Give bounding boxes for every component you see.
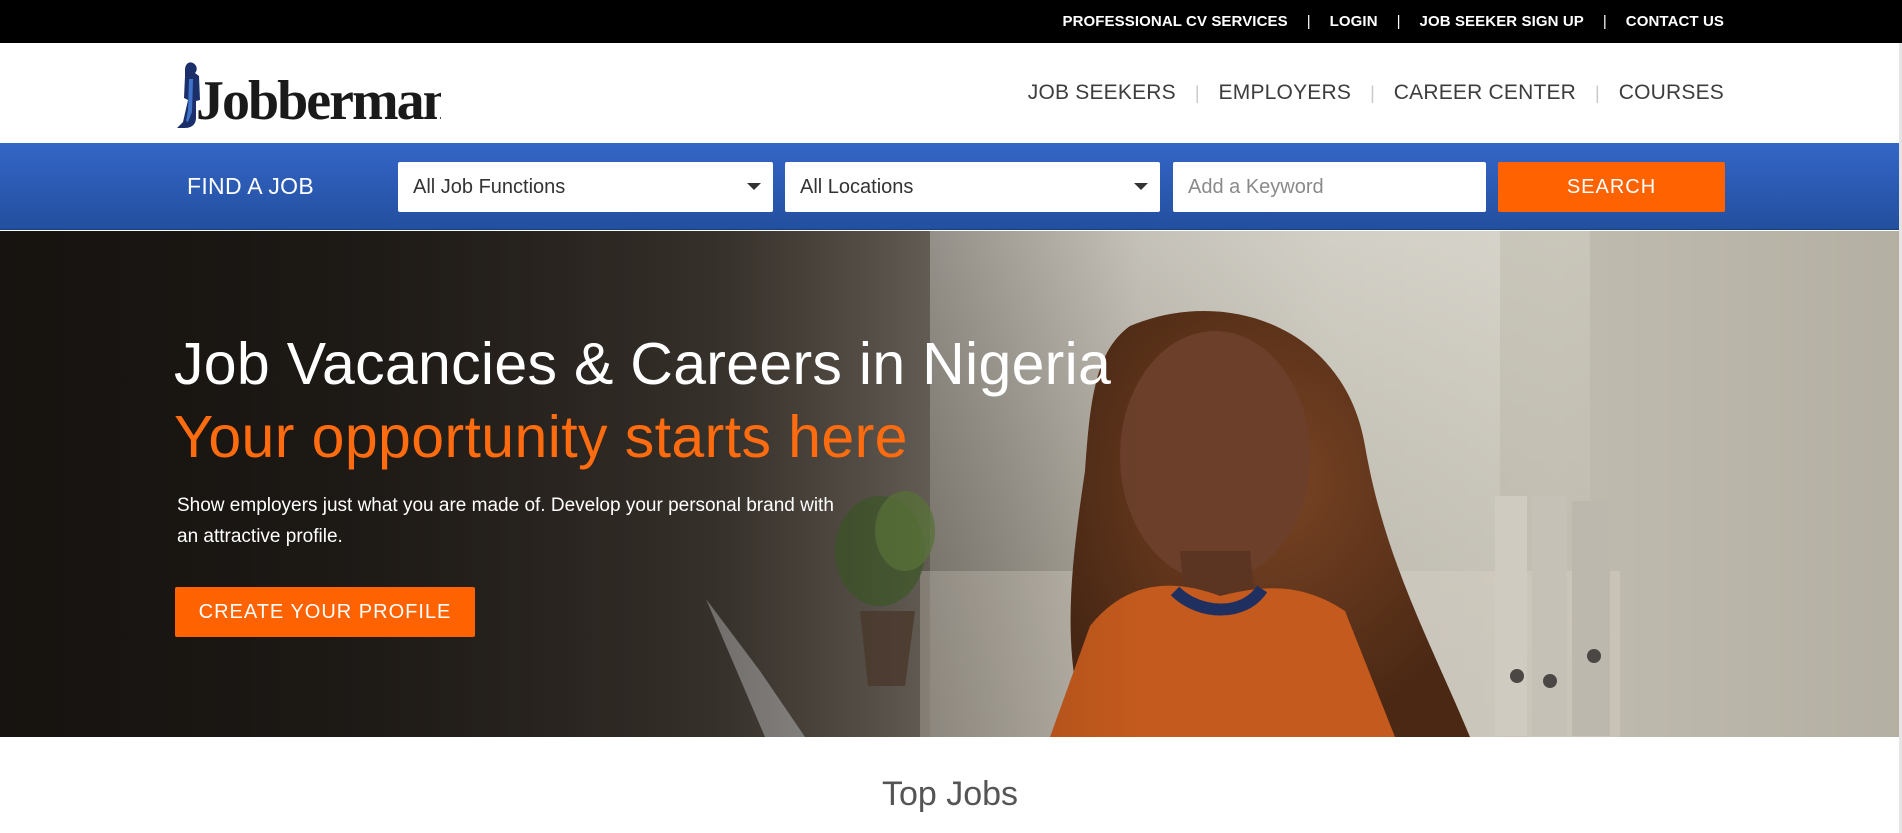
hero-tagline: Your opportunity starts here	[174, 404, 908, 470]
caret-down-icon	[747, 183, 761, 190]
hero-background-image	[0, 231, 1900, 737]
job-search-bar: FIND A JOB All Job Functions All Locatio…	[0, 143, 1900, 230]
jobberman-logo-figure-icon: Jobberman	[177, 62, 456, 132]
separator: |	[1370, 82, 1375, 103]
professional-cv-services-link[interactable]: PROFESSIONAL CV SERVICES	[1062, 13, 1287, 30]
separator: |	[1595, 82, 1600, 103]
find-a-job-label: FIND A JOB	[187, 173, 314, 199]
utility-links: PROFESSIONAL CV SERVICES | LOGIN | JOB S…	[1062, 0, 1724, 43]
contact-us-link[interactable]: CONTACT US	[1626, 13, 1724, 30]
nav-courses[interactable]: COURSES	[1619, 81, 1724, 105]
caret-down-icon	[1134, 183, 1148, 190]
nav-job-seekers[interactable]: JOB SEEKERS	[1028, 81, 1176, 105]
separator: |	[1194, 82, 1200, 103]
hero-banner: Job Vacancies & Careers in Nigeria Your …	[0, 231, 1900, 737]
hero-description: Show employers just what you are made of…	[177, 495, 834, 547]
keyword-input[interactable]	[1173, 162, 1486, 212]
job-function-value: All Job Functions	[413, 176, 566, 198]
site-header: Jobberman JOB SEEKERS | EMPLOYERS | CARE…	[0, 43, 1902, 143]
top-utility-bar: PROFESSIONAL CV SERVICES | LOGIN | JOB S…	[0, 0, 1902, 43]
create-profile-button[interactable]: CREATE YOUR PROFILE	[175, 587, 475, 637]
location-select[interactable]: All Locations	[785, 162, 1160, 212]
location-value: All Locations	[800, 176, 914, 198]
job-function-select[interactable]: All Job Functions	[398, 162, 773, 212]
separator: |	[1602, 13, 1607, 30]
nav-employers[interactable]: EMPLOYERS	[1219, 81, 1352, 105]
top-jobs-heading: Top Jobs	[881, 775, 1019, 813]
nav-career-center[interactable]: CAREER CENTER	[1394, 81, 1576, 105]
separator: |	[1306, 13, 1311, 30]
hero-title: Job Vacancies & Careers in Nigeria	[174, 331, 1112, 397]
login-link[interactable]: LOGIN	[1330, 13, 1378, 30]
svg-text:Jobberman: Jobberman	[196, 70, 441, 128]
main-navigation: JOB SEEKERS | EMPLOYERS | CAREER CENTER …	[1028, 43, 1724, 143]
job-seeker-sign-up-link[interactable]: JOB SEEKER SIGN UP	[1420, 13, 1584, 30]
search-button[interactable]: SEARCH	[1498, 162, 1725, 212]
jobberman-logo[interactable]: Jobberman	[176, 60, 456, 132]
separator: |	[1396, 13, 1401, 30]
